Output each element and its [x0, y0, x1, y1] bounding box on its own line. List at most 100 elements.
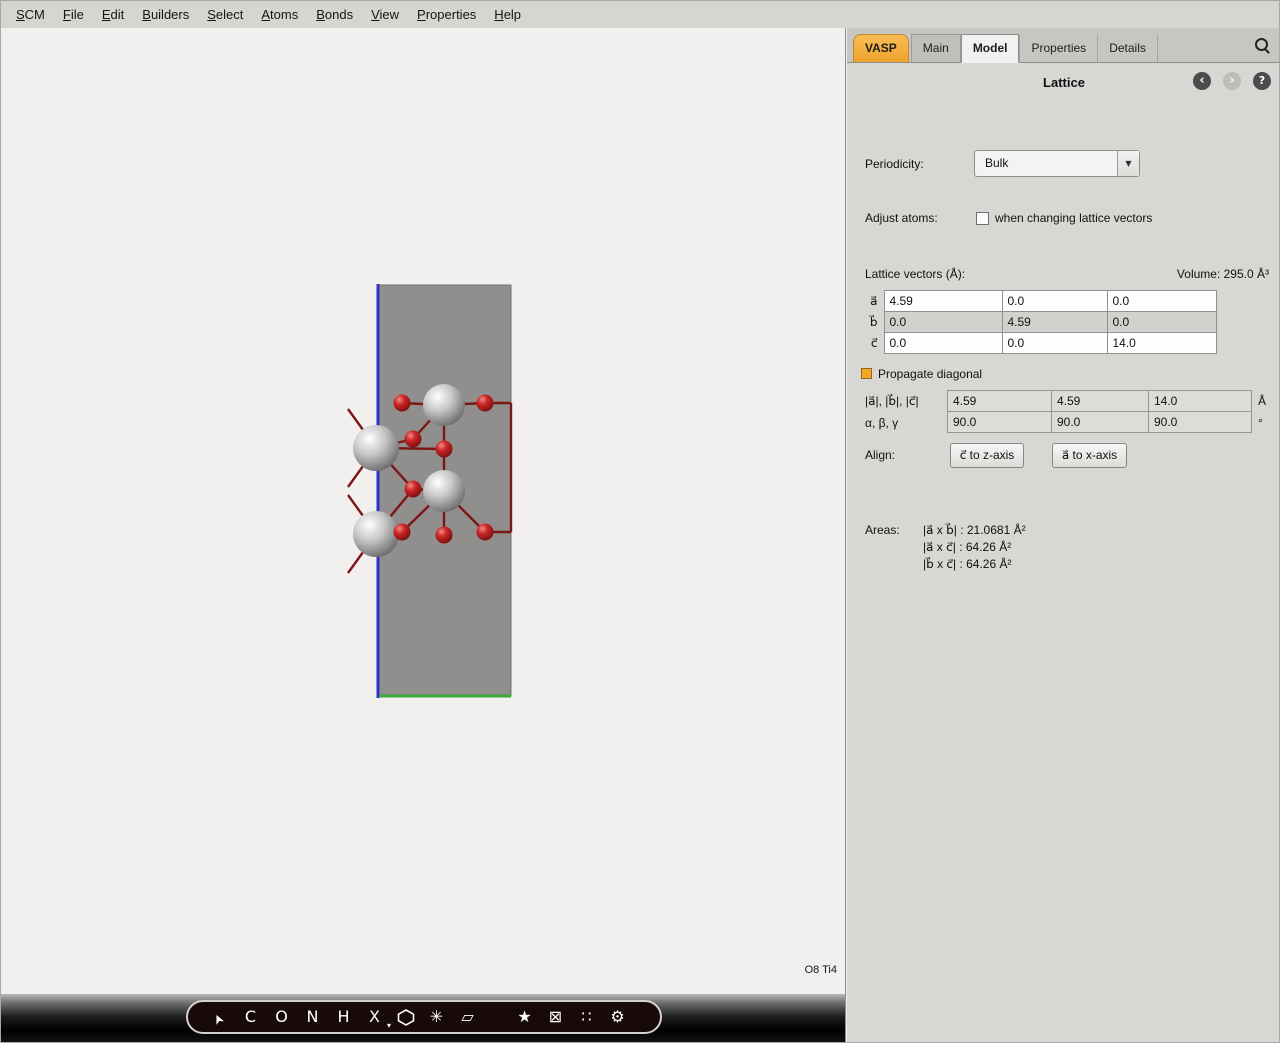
- area-ab: |a⃗ x b⃗| : 21.0681 Å²: [923, 523, 1026, 537]
- adjust-atoms-label: Adjust atoms:: [865, 211, 938, 225]
- angle-unit: °: [1258, 416, 1263, 430]
- tab-vasp[interactable]: VASP: [853, 34, 909, 62]
- oxygen-tool-icon[interactable]: O: [266, 1002, 297, 1032]
- angle-beta-field[interactable]: 90.0: [1052, 412, 1149, 433]
- tab-model[interactable]: Model: [961, 34, 1020, 63]
- vector-c-z[interactable]: 14.0: [1107, 333, 1216, 354]
- volume-label: Volume:: [1177, 267, 1220, 281]
- menu-atoms[interactable]: Atoms: [252, 3, 307, 26]
- lengths-angles-table: 4.59 4.59 14.0 90.0 90.0 90.0: [947, 390, 1252, 433]
- pointer-tool-icon[interactable]: ➤: [204, 1002, 235, 1032]
- atom-O[interactable]: [405, 431, 422, 448]
- angle-alpha-field[interactable]: 90.0: [948, 412, 1052, 433]
- length-c-field[interactable]: 14.0: [1149, 391, 1252, 412]
- vector-c-label: c⃗: [863, 333, 884, 354]
- menu-scm[interactable]: SCM: [7, 3, 54, 26]
- vector-b-y[interactable]: 4.59: [1002, 312, 1107, 333]
- atom-Ti[interactable]: [353, 511, 399, 557]
- menu-bonds[interactable]: Bonds: [307, 3, 362, 26]
- length-b-field[interactable]: 4.59: [1052, 391, 1149, 412]
- vector-c-y[interactable]: 0.0: [1002, 333, 1107, 354]
- tab-properties[interactable]: Properties: [1019, 35, 1097, 62]
- molecule-scene[interactable]: [1, 28, 846, 994]
- forward-button[interactable]: ›: [1223, 72, 1241, 90]
- atom-Ti[interactable]: [353, 425, 399, 471]
- menu-builders[interactable]: Builders: [133, 3, 198, 26]
- vector-a-x[interactable]: 4.59: [884, 291, 1002, 312]
- atom-O[interactable]: [405, 481, 422, 498]
- menu-file[interactable]: File: [54, 3, 93, 26]
- hydrogen-tool-icon[interactable]: H: [328, 1002, 359, 1032]
- element-x-tool-icon[interactable]: X▾: [359, 1002, 390, 1032]
- angle-gamma-field[interactable]: 90.0: [1149, 412, 1252, 433]
- search-icon[interactable]: [1254, 37, 1271, 54]
- table-row: 4.59 4.59 14.0: [948, 391, 1252, 412]
- angles-label: α, β, γ: [865, 416, 898, 430]
- favorites-tool-icon[interactable]: ★: [509, 1002, 540, 1032]
- carbon-tool-icon[interactable]: C: [235, 1002, 266, 1032]
- length-a-field[interactable]: 4.59: [948, 391, 1052, 412]
- help-button[interactable]: ?: [1253, 72, 1271, 90]
- table-row: c⃗ 0.0 0.0 14.0: [863, 333, 1216, 354]
- periodicity-select[interactable]: Bulk ▼: [974, 150, 1140, 177]
- propagate-diagonal-label: Propagate diagonal: [878, 367, 982, 381]
- molecule-tool-icon[interactable]: ∷: [571, 1002, 602, 1032]
- application-window: SCMFileEditBuildersSelectAtomsBondsViewP…: [0, 0, 1280, 1043]
- menu-help[interactable]: Help: [485, 3, 530, 26]
- panel-tab-bar: VASP Main Model Properties Details: [847, 28, 1280, 63]
- align-a-to-x-button[interactable]: a⃗ to x-axis: [1052, 443, 1127, 468]
- areas-label: Areas:: [865, 523, 900, 537]
- molecule-viewer[interactable]: O8 Ti4 ➤CONHX▾✳▱★⊠∷⚙: [1, 28, 846, 1043]
- periodicity-value: Bulk: [985, 151, 1008, 176]
- ring-tool-icon[interactable]: [390, 1002, 421, 1032]
- atom-toolbar: ➤CONHX▾ ✳▱ ★⊠∷⚙: [186, 1000, 662, 1034]
- propagate-diagonal-checkbox[interactable]: [861, 368, 872, 379]
- vector-b-label: b⃗: [863, 312, 884, 333]
- tab-main[interactable]: Main: [911, 34, 961, 62]
- lattice-vectors-table: a⃗ 4.59 0.0 0.0 b⃗ 0.0 4.59 0.0 c⃗ 0.0 0…: [863, 290, 1217, 354]
- chevron-down-icon[interactable]: ▼: [1117, 151, 1139, 176]
- panel-title: Lattice: [847, 75, 1280, 90]
- viewer-bottom-strip: ➤CONHX▾ ✳▱ ★⊠∷⚙: [1, 994, 845, 1043]
- lattice-vectors-label: Lattice vectors (Å):: [865, 267, 965, 281]
- area-ac: |a⃗ x c⃗| : 64.26 Å²: [923, 540, 1011, 554]
- back-button[interactable]: ‹: [1193, 72, 1211, 90]
- menu-properties[interactable]: Properties: [408, 3, 485, 26]
- table-row: 90.0 90.0 90.0: [948, 412, 1252, 433]
- adjust-atoms-checkbox[interactable]: [976, 212, 989, 225]
- frame-tool-icon[interactable]: ⊠: [540, 1002, 571, 1032]
- menu-select[interactable]: Select: [198, 3, 252, 26]
- atom-Ti[interactable]: [423, 384, 465, 426]
- atom-O[interactable]: [394, 524, 411, 541]
- vector-b-x[interactable]: 0.0: [884, 312, 1002, 333]
- tab-details[interactable]: Details: [1097, 35, 1158, 62]
- vector-b-z[interactable]: 0.0: [1107, 312, 1216, 333]
- atom-O[interactable]: [436, 441, 453, 458]
- align-c-to-z-button[interactable]: c⃗ to z-axis: [950, 443, 1024, 468]
- input-panel: VASP Main Model Properties Details Latti…: [847, 28, 1280, 1043]
- atom-O[interactable]: [477, 395, 494, 412]
- area-bc: |b⃗ x c⃗| : 64.26 Å²: [923, 557, 1011, 571]
- structure-tool-icon[interactable]: ✳: [421, 1002, 452, 1032]
- menu-view[interactable]: View: [362, 3, 408, 26]
- table-row: a⃗ 4.59 0.0 0.0: [863, 291, 1216, 312]
- vector-a-label: a⃗: [863, 291, 884, 312]
- vector-a-y[interactable]: 0.0: [1002, 291, 1107, 312]
- volume-readout: Volume: 295.0 Å³: [1177, 267, 1269, 281]
- adjust-atoms-checkbox-label: when changing lattice vectors: [995, 211, 1152, 225]
- vector-a-z[interactable]: 0.0: [1107, 291, 1216, 312]
- periodicity-label: Periodicity:: [865, 157, 924, 171]
- menu-bar: SCMFileEditBuildersSelectAtomsBondsViewP…: [1, 1, 1279, 28]
- settings-tool-icon[interactable]: ⚙: [602, 1002, 633, 1032]
- atom-O[interactable]: [477, 524, 494, 541]
- volume-value: 295.0 Å³: [1224, 267, 1269, 281]
- vector-c-x[interactable]: 0.0: [884, 333, 1002, 354]
- atom-O[interactable]: [394, 395, 411, 412]
- panel-tool-icon[interactable]: ▱: [452, 1002, 483, 1032]
- atom-Ti[interactable]: [423, 470, 465, 512]
- table-row: b⃗ 0.0 4.59 0.0: [863, 312, 1216, 333]
- lengths-label: |a⃗|, |b⃗|, |c⃗|: [865, 394, 919, 408]
- atom-O[interactable]: [436, 527, 453, 544]
- nitrogen-tool-icon[interactable]: N: [297, 1002, 328, 1032]
- menu-edit[interactable]: Edit: [93, 3, 133, 26]
